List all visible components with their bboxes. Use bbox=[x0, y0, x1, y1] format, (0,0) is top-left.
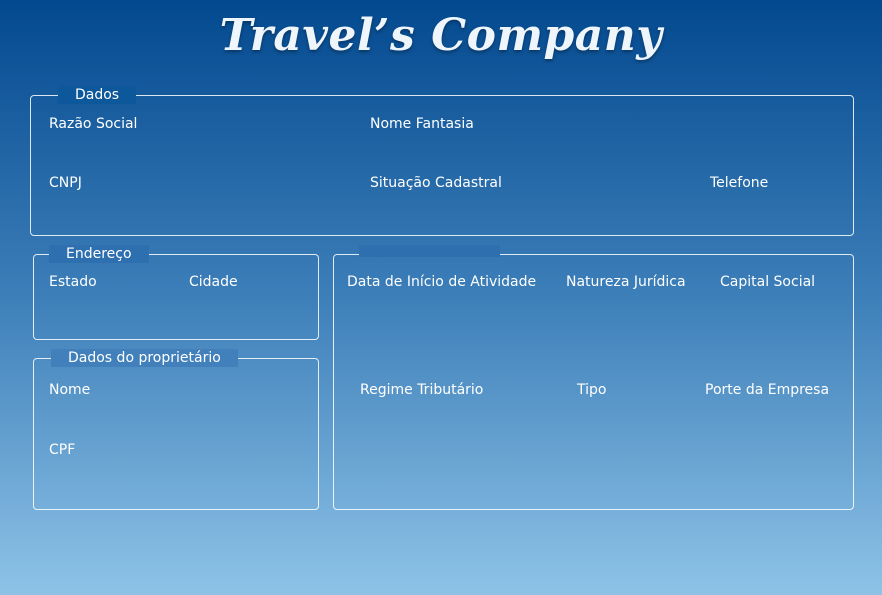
endereco-legend: Endereço bbox=[49, 245, 149, 263]
proprietario-legend: Dados do proprietário bbox=[51, 349, 238, 367]
app-title: Travel’s Company bbox=[219, 10, 663, 61]
capital-social-label: Capital Social bbox=[720, 274, 816, 290]
tipo-label: Tipo bbox=[577, 382, 607, 398]
nome-label: Nome bbox=[49, 382, 91, 398]
dados-legend: Dados bbox=[58, 86, 137, 104]
telefone-label: Telefone bbox=[710, 175, 769, 191]
cidade-label: Cidade bbox=[189, 274, 238, 290]
cpf-label: CPF bbox=[49, 442, 76, 458]
regime-tributario-label: Regime Tributário bbox=[360, 382, 484, 398]
endereco-fieldset: Endereço Estado Cidade bbox=[33, 245, 319, 340]
empresa-fieldset: Data de Início de Atividade Natureza Jur… bbox=[333, 245, 854, 510]
proprietario-fieldset: Dados do proprietário Nome CPF bbox=[33, 349, 319, 510]
empresa-legend bbox=[359, 245, 500, 257]
cnpj-label: CNPJ bbox=[49, 175, 82, 191]
porte-empresa-label: Porte da Empresa bbox=[705, 382, 830, 398]
razao-social-label: Razão Social bbox=[49, 116, 138, 132]
data-inicio-label: Data de Início de Atividade bbox=[347, 274, 537, 290]
situacao-cadastral-label: Situação Cadastral bbox=[370, 175, 502, 191]
natureza-juridica-label: Natureza Jurídica bbox=[566, 274, 686, 290]
dados-fieldset: Dados Razão Social Nome Fantasia CNPJ Si… bbox=[30, 86, 854, 236]
estado-label: Estado bbox=[49, 274, 97, 290]
nome-fantasia-label: Nome Fantasia bbox=[370, 116, 474, 132]
